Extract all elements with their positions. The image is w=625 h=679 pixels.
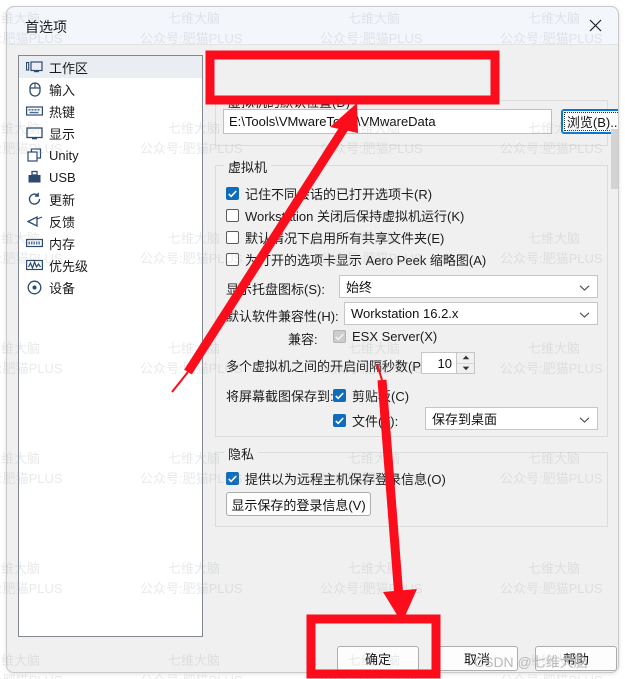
sidebar-item-label: 输入 [49, 82, 76, 98]
sidebar-item-workspace[interactable]: 工作区 [19, 56, 202, 78]
category-list[interactable]: 工作区 输入 热键 显示 Unity USB 更新 反馈 内存 优先级 设备 [18, 55, 203, 637]
stepper-up-icon[interactable] [457, 353, 474, 364]
close-button[interactable] [573, 7, 618, 44]
checkbox-box [226, 187, 239, 200]
sidebar-item-label: 显示 [49, 126, 76, 142]
checkbox-box [226, 253, 239, 266]
sidebar-item-feedback[interactable]: 反馈 [19, 210, 202, 232]
screenshot-file-destination-select[interactable]: 保存到桌面 [425, 407, 598, 430]
unity-windows-icon [25, 147, 44, 163]
compatibility-select[interactable]: Workstation 16.2.x [344, 302, 598, 325]
vm-default-path-input[interactable]: E:\Tools\VMwareTools\VMwareData [223, 109, 552, 134]
checkbox-label: ESX Server(X) [352, 329, 438, 344]
checkbox-esx-server: ESX Server(X) [333, 329, 437, 344]
checkbox-label: 默认情况下启用所有共享文件夹(E) [245, 231, 445, 246]
usb-device-icon [25, 169, 44, 185]
stepper-down-icon[interactable] [457, 364, 474, 374]
privacy-legend: 隐私 [224, 444, 259, 463]
sidebar-item-priority[interactable]: 优先级 [19, 254, 202, 276]
checkbox-label: 文件(F): [352, 414, 399, 429]
show-saved-logins-button[interactable]: 显示保存的登录信息(V) [226, 492, 371, 516]
chevron-down-icon [579, 306, 590, 321]
workspace-icon [25, 59, 44, 75]
checkbox-screenshot-clipboard[interactable]: 剪贴板(C) [333, 386, 409, 405]
compatibility-label: 默认软件兼容性(H): [226, 309, 339, 324]
sidebar-item-label: Unity [49, 147, 79, 163]
checkbox-label: 为打开的选项卡显示 Aero Peek 缩略图(A) [245, 253, 487, 268]
tray-icon-label: 显示托盘图标(S): [226, 282, 325, 297]
sidebar-item-unity[interactable]: Unity [19, 144, 202, 166]
tray-icon-value: 始终 [346, 280, 373, 295]
checkbox-label: 剪贴板(C) [352, 389, 410, 404]
checkbox-label: 记住不同会话的已打开选项卡(R) [245, 187, 433, 202]
checkbox-save-login-info[interactable]: 提供以为远程主机保存登录信息(O) [226, 469, 446, 488]
ok-button-label: 确定 [364, 652, 391, 667]
title-bar: 首选项 [7, 7, 618, 45]
checkbox-aero-peek[interactable]: 为打开的选项卡显示 Aero Peek 缩略图(A) [226, 250, 486, 269]
virtual-machine-legend: 虚拟机 [224, 157, 272, 176]
updates-refresh-icon [25, 191, 44, 207]
compatibility-value: Workstation 16.2.x [351, 306, 459, 321]
sidebar-item-label: 更新 [49, 192, 76, 208]
checkbox-box [226, 231, 239, 244]
vm-default-path-value: E:\Tools\VMwareTools\VMwareData [229, 114, 436, 129]
devices-disc-icon [25, 279, 44, 295]
chevron-down-icon [579, 411, 590, 426]
feedback-megaphone-icon [25, 213, 44, 229]
close-icon [589, 19, 602, 32]
sidebar-item-label: 反馈 [49, 214, 76, 230]
sidebar-item-usb[interactable]: USB [19, 166, 202, 188]
chevron-down-icon [579, 279, 590, 294]
power-on-interval-label: 多个虚拟机之间的开启间隔秒数(P): [226, 359, 429, 374]
checkbox-box [333, 330, 346, 343]
memory-ram-icon [25, 235, 44, 251]
dialog-body: 工作区 输入 热键 显示 Unity USB 更新 反馈 内存 优先级 设备 虚… [7, 45, 618, 672]
screenshot-file-destination-value: 保存到桌面 [432, 412, 498, 427]
stepper-arrows[interactable] [456, 353, 474, 373]
checkbox-label: Workstation 关闭后保持虚拟机运行(K) [245, 209, 465, 224]
show-saved-logins-label: 显示保存的登录信息(V) [231, 497, 366, 513]
checkbox-box [226, 209, 239, 222]
right-edge-strip [611, 129, 618, 189]
preferences-dialog: 首选项 工作区 输入 热键 显示 Unity USB 更新 反馈 内存 优先级 … [6, 6, 619, 673]
sidebar-item-label: 热键 [49, 104, 76, 120]
sidebar-item-hotkeys[interactable]: 热键 [19, 100, 202, 122]
esx-prefix-label: 兼容: [288, 332, 318, 347]
checkbox-box [333, 414, 346, 427]
sidebar-item-label: 内存 [49, 236, 76, 252]
priority-chart-icon [25, 257, 44, 273]
sidebar-item-label: 优先级 [49, 258, 89, 274]
sidebar-item-memory[interactable]: 内存 [19, 232, 202, 254]
checkbox-enable-shared-folders[interactable]: 默认情况下启用所有共享文件夹(E) [226, 228, 444, 247]
checkbox-screenshot-file[interactable]: 文件(F): [333, 411, 398, 430]
checkbox-box [333, 389, 346, 402]
sidebar-item-devices[interactable]: 设备 [19, 276, 202, 298]
sidebar-item-label: USB [49, 169, 76, 185]
checkbox-label: 提供以为远程主机保存登录信息(O) [245, 472, 446, 487]
hotkeys-keyboard-icon [25, 103, 44, 119]
sidebar-item-display[interactable]: 显示 [19, 122, 202, 144]
checkbox-remember-tabs[interactable]: 记住不同会话的已打开选项卡(R) [226, 184, 432, 203]
page-title: 首选项 [25, 19, 67, 35]
ok-button[interactable]: 确定 [337, 646, 419, 671]
input-mouse-icon [25, 81, 44, 97]
sidebar-item-updates[interactable]: 更新 [19, 188, 202, 210]
power-on-interval-stepper[interactable]: 10 [421, 352, 475, 374]
sidebar-item-input[interactable]: 输入 [19, 78, 202, 100]
checkbox-keep-vms-running[interactable]: Workstation 关闭后保持虚拟机运行(K) [226, 206, 464, 225]
screenshot-root: 七维大脑公众号:肥猫PLUS七维大脑公众号:肥猫PLUS七维大脑公众号:肥猫PL… [0, 0, 625, 679]
power-on-interval-value: 10 [437, 355, 452, 371]
checkbox-box [226, 472, 239, 485]
screenshot-save-to-label: 将屏幕截图保存到: [226, 389, 334, 404]
sidebar-item-label: 设备 [49, 280, 76, 296]
display-monitor-icon [25, 125, 44, 141]
tray-icon-select[interactable]: 始终 [339, 275, 598, 298]
sidebar-item-label: 工作区 [49, 60, 89, 76]
csdn-watermark: CSDN @七维大脑 [474, 654, 588, 670]
